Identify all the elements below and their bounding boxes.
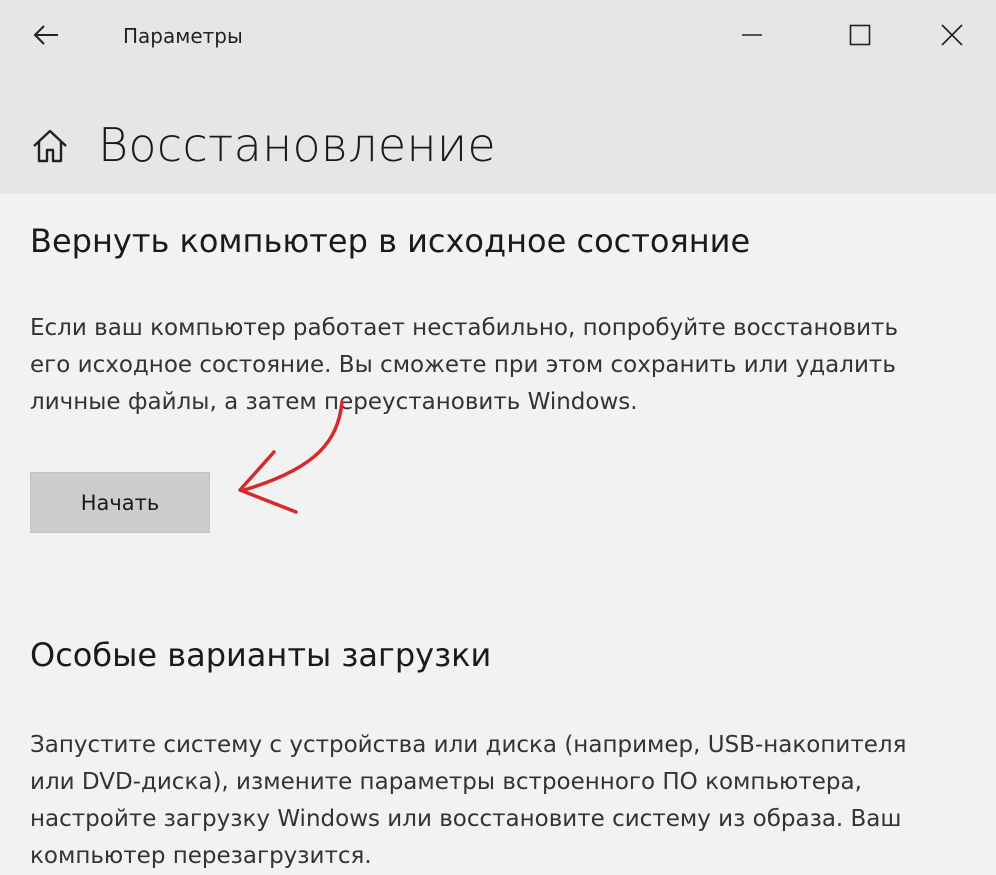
- start-button[interactable]: Начать: [30, 472, 210, 533]
- home-icon[interactable]: [30, 127, 70, 169]
- arrow-left-icon: [33, 25, 58, 45]
- advanced-startup-title: Особые варианты загрузки: [30, 636, 492, 674]
- minimize-button[interactable]: [724, 12, 780, 58]
- title-bar: Параметры: [0, 0, 996, 72]
- main-content: Вернуть компьютер в исходное состояние Е…: [0, 194, 996, 869]
- app-title: Параметры: [123, 24, 243, 48]
- maximize-button[interactable]: [832, 12, 888, 58]
- maximize-icon: [849, 24, 871, 46]
- advanced-startup-description: Запустите систему с устройства или диска…: [30, 732, 907, 869]
- page-header: Восстановление: [0, 72, 996, 194]
- reset-section-title: Вернуть компьютер в исходное состояние: [30, 222, 751, 260]
- reset-section-description: Если ваш компьютер работает нестабильно,…: [30, 315, 899, 415]
- back-button[interactable]: [22, 14, 70, 56]
- minimize-icon: [742, 34, 762, 36]
- close-button[interactable]: [924, 12, 980, 58]
- page-title: Восстановление: [98, 118, 497, 172]
- close-icon: [941, 24, 963, 46]
